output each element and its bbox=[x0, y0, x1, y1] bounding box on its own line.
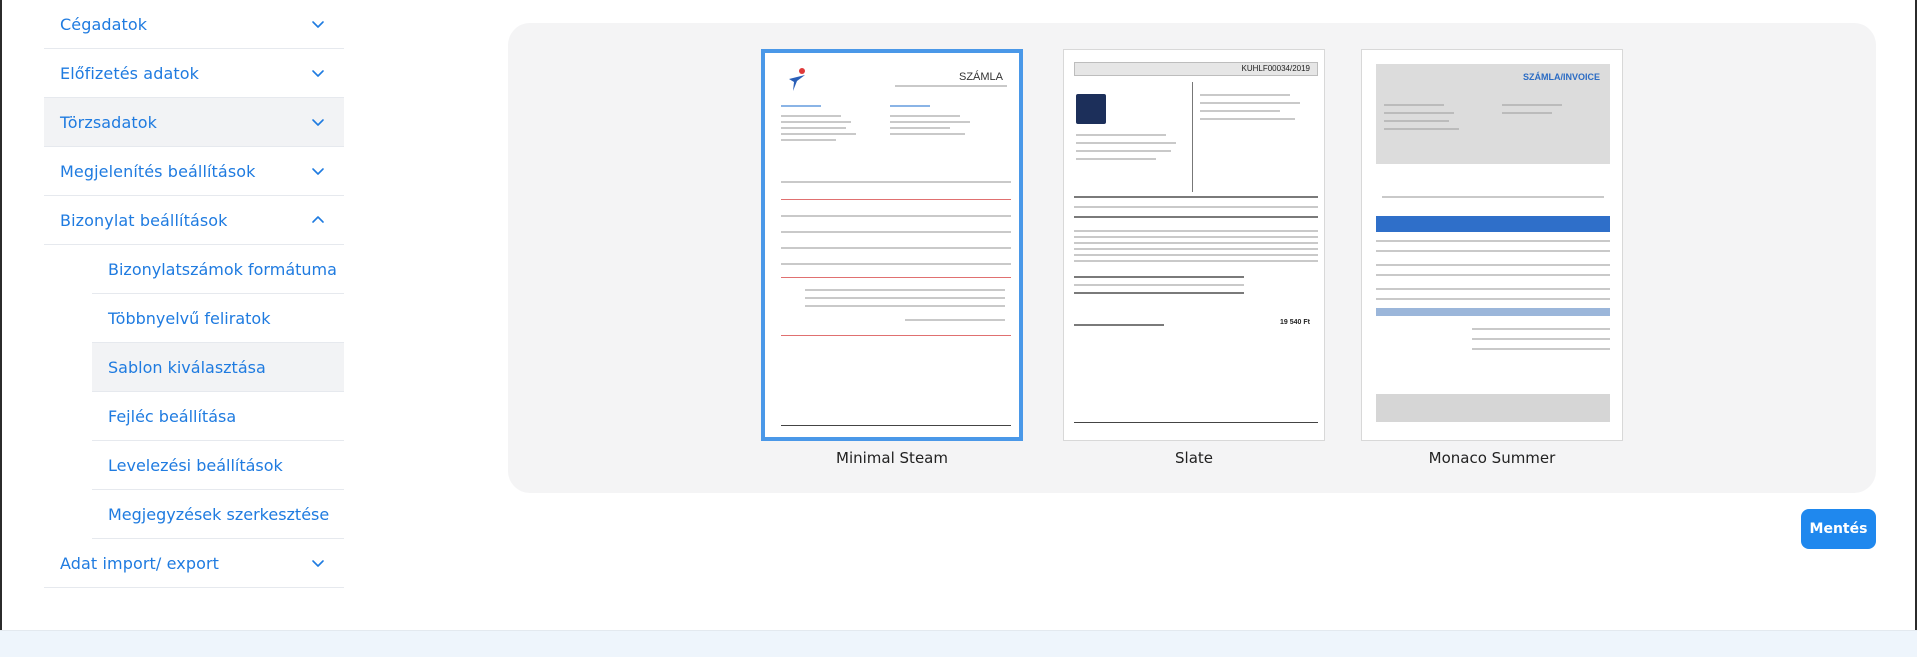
submenu-item-mail-settings[interactable]: Levelezési beállítások bbox=[92, 441, 344, 490]
chevron-down-icon bbox=[310, 16, 326, 32]
submenu-item-template-selection[interactable]: Sablon kiválasztása bbox=[92, 343, 344, 392]
sidebar-item-label: Megjelenítés beállítások bbox=[60, 161, 256, 181]
submenu-item-label: Sablon kiválasztása bbox=[108, 357, 266, 377]
sidebar-item-subscription[interactable]: Előfizetés adatok bbox=[44, 49, 344, 98]
chevron-up-icon bbox=[310, 212, 326, 228]
template-preview: SZÁMLA/INVOICE bbox=[1361, 49, 1623, 441]
sidebar-item-label: Bizonylat beállítások bbox=[60, 210, 228, 230]
template-preview: KUHLF00034/2019 19 540 Ft bbox=[1063, 49, 1325, 441]
sidebar-item-label: Előfizetés adatok bbox=[60, 63, 199, 83]
submenu-item-label: Levelezési beállítások bbox=[108, 455, 283, 475]
template-card-slate[interactable]: KUHLF00034/2019 19 540 Ft Slate bbox=[1063, 49, 1325, 467]
invoice-title: SZÁMLA/INVOICE bbox=[1522, 72, 1600, 82]
settings-sidebar: Cégadatok Előfizetés adatok Törzsadatok … bbox=[44, 0, 344, 588]
template-name: Slate bbox=[1175, 449, 1213, 467]
invoice-title: SZÁMLA bbox=[958, 71, 1003, 83]
submenu-item-multilingual-labels[interactable]: Többnyelvű feliratok bbox=[92, 294, 344, 343]
template-card-monaco-summer[interactable]: SZÁMLA/INVOICE Monaco Summer bbox=[1361, 49, 1623, 467]
sidebar-item-document-settings[interactable]: Bizonylat beállítások bbox=[44, 196, 344, 245]
chevron-down-icon bbox=[310, 163, 326, 179]
sidebar-item-data-import-export[interactable]: Adat import/ export bbox=[44, 539, 344, 588]
footer-band bbox=[0, 630, 1917, 657]
sidebar-item-label: Adat import/ export bbox=[60, 553, 220, 573]
sidebar-item-label: Cégadatok bbox=[60, 14, 148, 34]
template-card-minimal-steam[interactable]: SZÁMLA Minimal Steam bbox=[761, 49, 1023, 467]
logo-icon bbox=[789, 68, 805, 91]
company-logo bbox=[1076, 94, 1106, 124]
submenu-item-header-settings[interactable]: Fejléc beállítása bbox=[92, 392, 344, 441]
save-button[interactable]: Mentés bbox=[1801, 509, 1876, 549]
template-gallery: SZÁMLA Minimal Steam KUHLF00034/2019 19 … bbox=[508, 23, 1876, 493]
chevron-down-icon bbox=[310, 114, 326, 130]
settings-page: Cégadatok Előfizetés adatok Törzsadatok … bbox=[0, 0, 1917, 657]
submenu-item-label: Többnyelvű feliratok bbox=[108, 308, 271, 328]
template-preview: SZÁMLA bbox=[761, 49, 1023, 441]
submenu-item-label: Megjegyzések szerkesztése bbox=[108, 504, 330, 524]
template-name: Minimal Steam bbox=[836, 449, 948, 467]
submenu-item-number-format[interactable]: Bizonylatszámok formátuma bbox=[92, 245, 344, 294]
sidebar-item-display-settings[interactable]: Megjelenítés beállítások bbox=[44, 147, 344, 196]
chevron-down-icon bbox=[310, 65, 326, 81]
submenu-item-label: Bizonylatszámok formátuma bbox=[108, 259, 337, 279]
template-name: Monaco Summer bbox=[1428, 449, 1556, 467]
chevron-down-icon bbox=[310, 555, 326, 571]
sidebar-item-label: Törzsadatok bbox=[60, 112, 157, 132]
submenu-item-label: Fejléc beállítása bbox=[108, 406, 237, 426]
sidebar-item-company-data[interactable]: Cégadatok bbox=[44, 0, 344, 49]
grand-total: 19 540 Ft bbox=[1280, 319, 1310, 326]
invoice-number: KUHLF00034/2019 bbox=[1241, 64, 1311, 73]
sidebar-item-master-data[interactable]: Törzsadatok bbox=[44, 98, 344, 147]
submenu-item-notes-editor[interactable]: Megjegyzések szerkesztése bbox=[92, 490, 344, 539]
document-settings-submenu: Bizonylatszámok formátuma Többnyelvű fel… bbox=[92, 245, 344, 539]
